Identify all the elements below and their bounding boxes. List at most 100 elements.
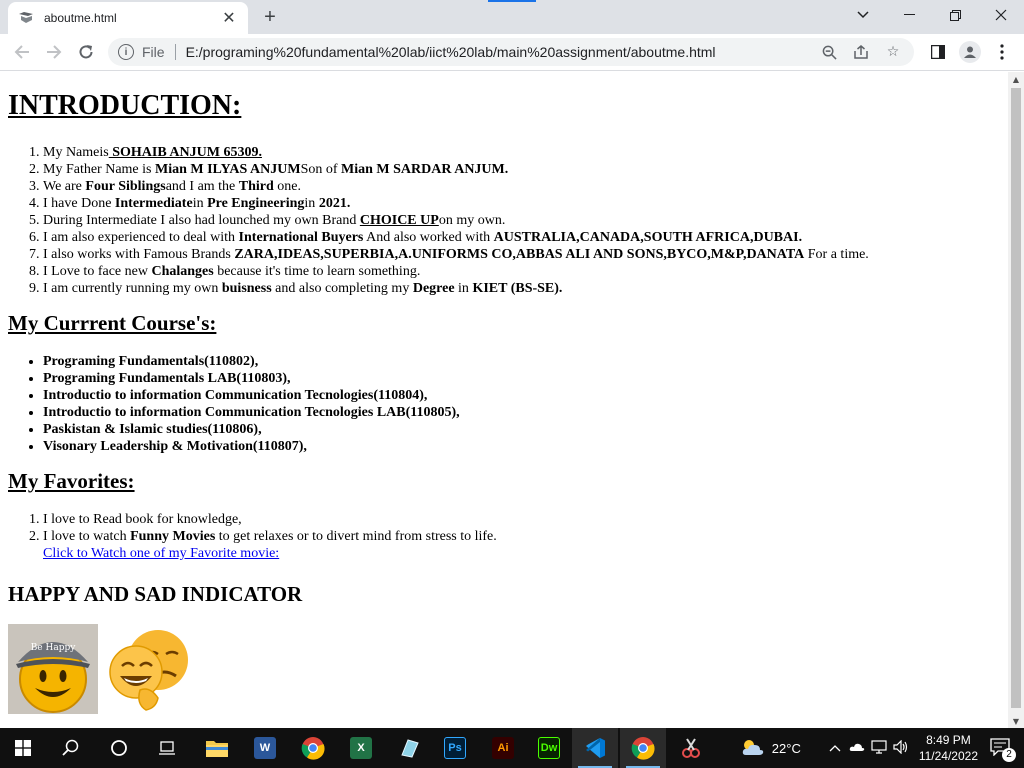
course-name: Visonary Leadership & Motivation(110807)… <box>43 439 307 454</box>
text-segment: During Intermediate I also had lounched … <box>43 213 360 228</box>
scrollbar-thumb[interactable] <box>1011 88 1021 708</box>
tab-close-icon[interactable]: ✕ <box>220 9 238 27</box>
text-segment: in <box>192 196 208 211</box>
network-icon[interactable] <box>871 739 887 757</box>
course-list-item: Visonary Leadership & Motivation(110807)… <box>43 438 1000 455</box>
tab-title: aboutme.html <box>44 11 117 25</box>
page-viewport: INTRODUCTION: My Nameis SOHAIB ANJUM 653… <box>0 72 1008 728</box>
chrome-icon[interactable] <box>290 728 336 768</box>
notification-center-icon[interactable]: 2 <box>990 737 1016 762</box>
bold-text: SOHAIB ANJUM 65309. <box>108 145 262 160</box>
close-window-button[interactable] <box>978 0 1024 30</box>
vscode-icon[interactable] <box>572 728 618 768</box>
clock-time: 8:49 PM <box>926 733 971 747</box>
task-view-icon[interactable] <box>144 728 190 768</box>
bold-text: International Buyers <box>238 230 364 245</box>
temperature-text[interactable]: 22°C <box>772 741 801 756</box>
bold-text: Four Siblings <box>85 179 166 194</box>
cortana-circle-icon[interactable] <box>96 728 142 768</box>
site-info-icon[interactable]: i <box>118 44 134 60</box>
volume-icon[interactable] <box>893 739 909 757</box>
new-tab-button[interactable]: + <box>258 6 282 28</box>
chrome-icon[interactable] <box>620 728 666 768</box>
bold-text: AUSTRALIA,CANADA,SOUTH AFRICA,DUBAI. <box>493 230 803 245</box>
bookmark-star-icon[interactable]: ☆ <box>882 44 904 60</box>
intro-list-item: I also works with Famous Brands ZARA,IDE… <box>43 246 1000 263</box>
scroll-down-arrow-icon[interactable]: ▼ <box>1008 714 1024 728</box>
kebab-menu-icon[interactable] <box>988 38 1016 66</box>
favorite-movie-link[interactable]: Click to Watch one of my Favorite movie: <box>43 546 279 561</box>
favorites-heading: My Favorites: <box>8 469 135 493</box>
favorite-list-item: I love to Read book for knowledge, <box>43 511 1000 528</box>
bold-text: Intermediate <box>114 196 193 211</box>
intro-list: My Nameis SOHAIB ANJUM 65309.My Father N… <box>8 144 1000 297</box>
text-segment: I am also experienced to deal with <box>43 230 239 245</box>
indicator-images: Be Happy <box>8 624 1000 714</box>
reload-icon[interactable] <box>72 38 100 66</box>
forward-arrow-icon[interactable] <box>40 38 68 66</box>
dreamweaver-icon[interactable]: Dw <box>526 728 572 768</box>
intro-list-item: I am currently running my own buisness a… <box>43 280 1000 297</box>
tab-search-chevron-icon[interactable] <box>840 0 886 30</box>
snipping-tool-icon[interactable] <box>668 728 714 768</box>
clock[interactable]: 8:49 PM 11/24/2022 <box>919 732 978 764</box>
weather-cloud-icon[interactable] <box>740 737 766 760</box>
vertical-scrollbar[interactable]: ▲ ▼ <box>1008 72 1024 728</box>
windows-taskbar: W X Ps Ai Dw 22°C 8:49 PM 11/24/2022 2 <box>0 728 1024 768</box>
favorites-list: I love to Read book for knowledge,I love… <box>8 511 1000 562</box>
text-segment: and I am the <box>165 179 239 194</box>
sad-happy-mask-image <box>106 624 196 714</box>
address-bar[interactable]: i File E:/programing%20fundamental%20lab… <box>108 38 914 66</box>
omnibox-divider <box>174 44 176 60</box>
restore-button[interactable] <box>932 0 978 30</box>
text-segment: Son of <box>300 162 342 177</box>
side-panel-icon[interactable] <box>924 38 952 66</box>
browser-tab[interactable]: aboutme.html ✕ <box>8 2 248 34</box>
text-segment: and also completing my <box>271 281 413 296</box>
illustrator-icon[interactable]: Ai <box>480 728 526 768</box>
bold-text: CHOICE UP <box>359 213 439 228</box>
text-segment: one. <box>273 179 302 194</box>
course-list-item: Introductio to information Communication… <box>43 404 1000 421</box>
notepad-icon[interactable] <box>386 728 432 768</box>
browser-toolbar: i File E:/programing%20fundamental%20lab… <box>0 34 1024 71</box>
bold-text: 2021. <box>318 196 351 211</box>
text-segment: in <box>454 281 473 296</box>
back-arrow-icon[interactable] <box>8 38 36 66</box>
page-content: INTRODUCTION: My Nameis SOHAIB ANJUM 653… <box>0 90 1008 714</box>
text-segment: We are <box>43 179 86 194</box>
zoom-icon[interactable] <box>818 45 840 60</box>
tab-strip-accent <box>488 0 536 2</box>
course-name: Introductio to information Communication… <box>43 405 460 420</box>
bold-text: Third <box>238 179 274 194</box>
minimize-button[interactable] <box>886 0 932 30</box>
course-name: Programing Fundamentals(110802), <box>43 354 259 369</box>
text-segment: My Nameis <box>43 145 109 160</box>
course-name: Programing Fundamentals LAB(110803), <box>43 371 291 386</box>
notification-count-badge: 2 <box>1002 747 1016 762</box>
onedrive-cloud-icon[interactable] <box>849 741 865 755</box>
scroll-up-arrow-icon[interactable]: ▲ <box>1008 72 1024 86</box>
start-windows-icon[interactable] <box>0 728 46 768</box>
text-segment: to get relaxes or to divert mind from st… <box>215 529 497 544</box>
url-text[interactable]: E:/programing%20fundamental%20lab/iict%2… <box>186 44 808 60</box>
tray-chevron-up-icon[interactable] <box>829 741 841 755</box>
browser-tab-strip: aboutme.html ✕ + <box>0 0 1024 34</box>
taskbar-search-icon[interactable] <box>48 728 94 768</box>
text-segment: My Father Name is <box>43 162 155 177</box>
text-segment: I love to Read book for knowledge, <box>43 512 242 527</box>
excel-icon[interactable]: X <box>338 728 384 768</box>
course-list-item: Introductio to information Communication… <box>43 387 1000 404</box>
share-icon[interactable] <box>850 44 872 60</box>
intro-list-item: My Father Name is Mian M ILYAS ANJUMSon … <box>43 161 1000 178</box>
course-name: Introductio to information Communication… <box>43 388 428 403</box>
text-segment: I Love to face new <box>43 264 152 279</box>
photoshop-icon[interactable]: Ps <box>432 728 478 768</box>
word-icon[interactable]: W <box>242 728 288 768</box>
courses-list: Programing Fundamentals(110802), Programi… <box>8 353 1000 455</box>
intro-list-item: My Nameis SOHAIB ANJUM 65309. <box>43 144 1000 161</box>
profile-avatar-icon[interactable] <box>956 38 984 66</box>
file-favicon-icon <box>18 10 34 26</box>
intro-list-item: During Intermediate I also had lounched … <box>43 212 1000 229</box>
file-explorer-folder-icon[interactable] <box>194 728 240 768</box>
